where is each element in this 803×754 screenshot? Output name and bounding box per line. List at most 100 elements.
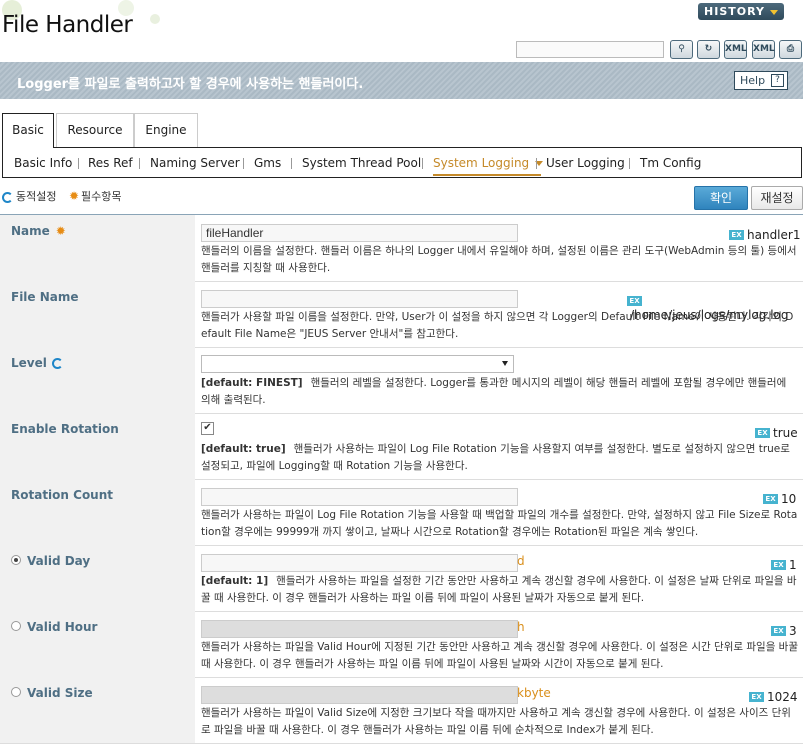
file-name-input[interactable] bbox=[201, 290, 518, 308]
example-icon: EX bbox=[763, 494, 778, 504]
field-row-level: Level [default: FINEST] 핸들러의 레벨을 설정한다. Lo… bbox=[0, 347, 803, 414]
default-value: [default: 1] bbox=[201, 575, 269, 587]
field-row-file-name: File Name EX/home/jeus/logs/mylog.log 핸들… bbox=[0, 281, 803, 348]
field-row-valid-hour: Valid Hour h EX 3 핸들러가 사용하는 파일을 Valid Hou… bbox=[0, 611, 803, 678]
example-icon: EX bbox=[627, 296, 642, 306]
field-description: [default: true] 핸들러가 사용하는 파일이 Log File Ro… bbox=[201, 441, 798, 475]
description-text: 핸들러가 사용하는 파일을 설정한 기간 동안만 사용하고 계속 갱신할 경우에… bbox=[201, 575, 797, 604]
unit-label: d bbox=[517, 554, 525, 568]
active-indicator bbox=[433, 174, 541, 176]
banner-text: Logger를 파일로 출력하고자 할 경우에 사용하는 핸들러이다. bbox=[17, 77, 364, 92]
tab-resource[interactable]: Resource bbox=[56, 113, 134, 147]
field-description: 핸들러가 사용할 파일 이름을 설정한다. 만약, User가 이 설정을 하지… bbox=[201, 309, 798, 343]
example-text: 3 bbox=[789, 624, 797, 638]
divider bbox=[78, 158, 79, 169]
search-icon[interactable]: ⚲ bbox=[670, 40, 693, 59]
history-button[interactable]: HISTORY bbox=[698, 3, 784, 20]
example-value: EX 1024 bbox=[749, 691, 798, 703]
history-label: HISTORY bbox=[704, 5, 765, 18]
subnav-basic-info[interactable]: Basic Info bbox=[14, 156, 72, 170]
field-label: File Name bbox=[11, 290, 79, 304]
tab-engine[interactable]: Engine bbox=[134, 113, 198, 147]
field-row-valid-day: Valid Day d EX 1 [default: 1] 핸들러가 사용하는 파일… bbox=[0, 545, 803, 612]
page-title: File Handler bbox=[2, 12, 133, 38]
valid-hour-input[interactable] bbox=[201, 620, 518, 638]
sub-navigation: Basic Info Res Ref Naming Server Gms Sys… bbox=[2, 147, 802, 178]
valid-hour-radio[interactable] bbox=[11, 621, 21, 631]
tab-basic[interactable]: Basic bbox=[2, 113, 54, 148]
xml-export-icon[interactable]: XML bbox=[724, 40, 747, 59]
example-text: true bbox=[773, 426, 798, 440]
example-icon: EX bbox=[771, 560, 786, 570]
description-banner: Logger를 파일로 출력하고자 할 경우에 사용하는 핸들러이다. Help… bbox=[0, 62, 803, 99]
chevron-down-icon bbox=[769, 9, 778, 15]
example-value: EX handler1 bbox=[729, 229, 800, 241]
field-row-valid-size: Valid Size kbyte EX 1024 핸들러가 사용하는 파일이 Va… bbox=[0, 677, 803, 744]
valid-day-input[interactable] bbox=[201, 554, 518, 572]
subnav-naming-server[interactable]: Naming Server bbox=[150, 156, 240, 170]
description-text: 핸들러가 사용하는 파일이 Log File Rotation 기능을 사용할지… bbox=[201, 443, 790, 472]
divider bbox=[536, 158, 537, 169]
subnav-tm-config[interactable]: Tm Config bbox=[640, 156, 701, 170]
field-label: Enable Rotation bbox=[11, 422, 119, 436]
field-label: Rotation Count bbox=[11, 488, 114, 502]
default-value: [default: FINEST] bbox=[201, 377, 303, 389]
description-text: 핸들러가 사용할 파일 이름을 설정한다. 만약, User가 이 설정을 하지… bbox=[201, 311, 794, 340]
field-label: Valid Hour bbox=[27, 620, 98, 634]
field-description: 핸들러의 이름을 설정한다. 핸들러 이름은 하나의 Logger 내에서 유일… bbox=[201, 243, 798, 277]
divider bbox=[139, 158, 140, 169]
level-select[interactable] bbox=[201, 355, 514, 373]
subnav-system-logging[interactable]: System Logging bbox=[433, 156, 544, 170]
decor-circle bbox=[150, 14, 160, 24]
divider bbox=[291, 158, 292, 169]
search-input[interactable] bbox=[516, 41, 664, 58]
field-description: [default: 1] 핸들러가 사용하는 파일을 설정한 기간 동안만 사용하… bbox=[201, 573, 798, 607]
required-star-icon: ✹ bbox=[55, 224, 66, 238]
enable-rotation-checkbox[interactable]: ✔ bbox=[201, 422, 214, 435]
xml-import-icon[interactable]: XML bbox=[752, 40, 775, 59]
ok-button[interactable]: 확인 bbox=[694, 186, 748, 210]
help-label: Help bbox=[740, 74, 766, 87]
example-value: EX 10 bbox=[763, 493, 796, 505]
example-text: 1 bbox=[789, 558, 797, 572]
subnav-gms[interactable]: Gms bbox=[254, 156, 281, 170]
field-label-text: Name bbox=[11, 224, 50, 238]
name-input[interactable] bbox=[201, 224, 518, 242]
field-label: Valid Day bbox=[27, 554, 91, 568]
print-icon[interactable]: ⎙ bbox=[779, 40, 802, 59]
field-description: 핸들러가 사용하는 파일이 Valid Size에 지정한 크기보다 작을 때까… bbox=[201, 705, 798, 739]
legend-required: 필수항목 bbox=[81, 190, 122, 203]
chevron-down-icon bbox=[502, 361, 508, 366]
example-icon: EX bbox=[771, 626, 786, 636]
reset-button[interactable]: 재설정 bbox=[751, 186, 803, 210]
sync-icon bbox=[51, 358, 63, 369]
divider bbox=[629, 158, 630, 169]
valid-day-radio[interactable] bbox=[11, 555, 21, 565]
example-text: 10 bbox=[781, 492, 797, 506]
help-button[interactable]: Help? bbox=[734, 71, 788, 90]
rotation-count-input[interactable] bbox=[201, 488, 518, 506]
example-icon: EX bbox=[749, 692, 764, 702]
example-value: EX true bbox=[755, 427, 798, 439]
description-text: 핸들러가 사용하는 파일을 Valid Hour에 지정된 기간 동안만 사용하… bbox=[201, 641, 799, 670]
field-description: [default: FINEST] 핸들러의 레벨을 설정한다. Logger를 … bbox=[201, 375, 798, 409]
legend: 동적설정 ✹ 필수항목 bbox=[2, 188, 122, 204]
valid-size-input[interactable] bbox=[201, 686, 518, 704]
subnav-system-thread-pool[interactable]: System Thread Pool bbox=[302, 156, 421, 170]
subnav-system-logging-label: System Logging bbox=[433, 156, 530, 170]
field-label-text: Level bbox=[11, 356, 47, 370]
required-star-icon: ✹ bbox=[68, 189, 80, 203]
subnav-user-logging[interactable]: User Logging bbox=[546, 156, 625, 170]
divider bbox=[243, 158, 244, 169]
refresh-icon[interactable]: ↻ bbox=[697, 40, 720, 59]
default-value: [default: true] bbox=[201, 443, 286, 455]
example-icon: EX bbox=[729, 230, 744, 240]
valid-size-radio[interactable] bbox=[11, 687, 21, 697]
example-value: EX 1 bbox=[771, 559, 797, 571]
subnav-res-ref[interactable]: Res Ref bbox=[88, 156, 133, 170]
description-text: 핸들러가 사용하는 파일이 Log File Rotation 기능을 사용할 … bbox=[201, 509, 798, 538]
field-label: Valid Size bbox=[27, 686, 93, 700]
field-row-enable-rotation: Enable Rotation ✔ EX true [default: true]… bbox=[0, 413, 803, 480]
unit-label: h bbox=[517, 620, 525, 634]
legend-dynamic: 동적설정 bbox=[16, 190, 57, 203]
